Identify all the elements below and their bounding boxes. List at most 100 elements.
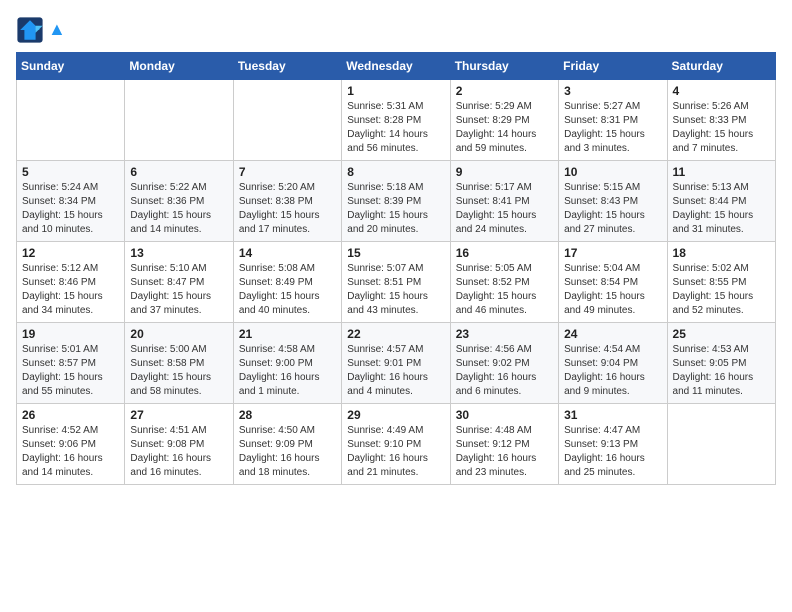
calendar-cell: 24Sunrise: 4:54 AMSunset: 9:04 PMDayligh… [559,323,667,404]
calendar-week-4: 19 Sunrise: 5:01 AMSunset: 8:57 PMDayligh… [17,323,776,404]
day-number: 26 [22,408,119,422]
calendar-cell [17,80,125,161]
day-info: Sunrise: 5:18 AMSunset: 8:39 PMDaylight:… [347,181,444,237]
calendar-week-5: 26Sunrise: 4:52 AMSunset: 9:06 PMDayligh… [17,404,776,485]
day-info: Sunrise: 4:49 AMSunset: 9:10 PMDaylight:… [347,424,444,480]
day-number: 25 [673,327,770,341]
day-number: 13 [130,246,227,260]
calendar-cell: 23 Sunrise: 4:56 AMSunset: 9:02 PMDayligh… [450,323,558,404]
day-info: Sunrise: 4:51 AMSunset: 9:08 PMDaylight:… [130,424,227,480]
day-info: Sunrise: 5:13 AMSunset: 8:44 PMDaylight:… [673,181,770,237]
logo-blue: ▲ [48,19,66,39]
calendar-cell: 13 Sunrise: 5:10 AMSunset: 8:47 PMDayligh… [125,242,233,323]
weekday-header-thursday: Thursday [450,53,558,80]
day-number: 4 [673,84,770,98]
calendar-cell: 8 Sunrise: 5:18 AMSunset: 8:39 PMDaylight… [342,161,450,242]
day-number: 11 [673,165,770,179]
calendar-table: SundayMondayTuesdayWednesdayThursdayFrid… [16,52,776,485]
calendar-cell [233,80,341,161]
weekday-header-saturday: Saturday [667,53,775,80]
day-info: Sunrise: 5:10 AMSunset: 8:47 PMDaylight:… [130,262,227,318]
day-info: Sunrise: 5:12 AMSunset: 8:46 PMDaylight:… [22,262,119,318]
calendar-cell: 11 Sunrise: 5:13 AMSunset: 8:44 PMDayligh… [667,161,775,242]
weekday-header-sunday: Sunday [17,53,125,80]
calendar-week-1: 1 Sunrise: 5:31 AMSunset: 8:28 PMDaylight… [17,80,776,161]
day-info: Sunrise: 5:17 AMSunset: 8:41 PMDaylight:… [456,181,553,237]
page-header: ▲ [16,16,776,44]
day-number: 30 [456,408,553,422]
calendar-cell: 6 Sunrise: 5:22 AMSunset: 8:36 PMDaylight… [125,161,233,242]
calendar-cell: 30Sunrise: 4:48 AMSunset: 9:12 PMDayligh… [450,404,558,485]
day-number: 8 [347,165,444,179]
day-info: Sunrise: 5:20 AMSunset: 8:38 PMDaylight:… [239,181,336,237]
day-number: 5 [22,165,119,179]
day-number: 28 [239,408,336,422]
day-number: 7 [239,165,336,179]
day-info: Sunrise: 5:26 AMSunset: 8:33 PMDaylight:… [673,100,770,156]
day-number: 29 [347,408,444,422]
calendar-body: 1 Sunrise: 5:31 AMSunset: 8:28 PMDaylight… [17,80,776,485]
day-info: Sunrise: 5:24 AMSunset: 8:34 PMDaylight:… [22,181,119,237]
day-info: Sunrise: 4:58 AMSunset: 9:00 PMDaylight:… [239,343,336,399]
calendar-cell: 15Sunrise: 5:07 AMSunset: 8:51 PMDayligh… [342,242,450,323]
day-number: 10 [564,165,661,179]
day-info: Sunrise: 5:27 AMSunset: 8:31 PMDaylight:… [564,100,661,156]
calendar-cell: 14 Sunrise: 5:08 AMSunset: 8:49 PMDayligh… [233,242,341,323]
calendar-cell: 28 Sunrise: 4:50 AMSunset: 9:09 PMDayligh… [233,404,341,485]
day-info: Sunrise: 4:50 AMSunset: 9:09 PMDaylight:… [239,424,336,480]
weekday-header-wednesday: Wednesday [342,53,450,80]
day-info: Sunrise: 5:08 AMSunset: 8:49 PMDaylight:… [239,262,336,318]
weekday-header-row: SundayMondayTuesdayWednesdayThursdayFrid… [17,53,776,80]
day-info: Sunrise: 5:22 AMSunset: 8:36 PMDaylight:… [130,181,227,237]
day-number: 19 [22,327,119,341]
calendar-cell: 4 Sunrise: 5:26 AMSunset: 8:33 PMDaylight… [667,80,775,161]
weekday-header-tuesday: Tuesday [233,53,341,80]
day-info: Sunrise: 5:29 AMSunset: 8:29 PMDaylight:… [456,100,553,156]
day-info: Sunrise: 4:47 AMSunset: 9:13 PMDaylight:… [564,424,661,480]
calendar-week-2: 5 Sunrise: 5:24 AMSunset: 8:34 PMDaylight… [17,161,776,242]
day-info: Sunrise: 4:53 AMSunset: 9:05 PMDaylight:… [673,343,770,399]
day-number: 17 [564,246,661,260]
calendar-cell: 17 Sunrise: 5:04 AMSunset: 8:54 PMDayligh… [559,242,667,323]
day-number: 23 [456,327,553,341]
day-number: 3 [564,84,661,98]
calendar-cell: 19 Sunrise: 5:01 AMSunset: 8:57 PMDayligh… [17,323,125,404]
calendar-cell: 31 Sunrise: 4:47 AMSunset: 9:13 PMDayligh… [559,404,667,485]
day-number: 22 [347,327,444,341]
calendar-cell: 22 Sunrise: 4:57 AMSunset: 9:01 PMDayligh… [342,323,450,404]
calendar-cell: 27Sunrise: 4:51 AMSunset: 9:08 PMDayligh… [125,404,233,485]
day-info: Sunrise: 5:02 AMSunset: 8:55 PMDaylight:… [673,262,770,318]
calendar-cell: 18 Sunrise: 5:02 AMSunset: 8:55 PMDayligh… [667,242,775,323]
calendar-cell: 10 Sunrise: 5:15 AMSunset: 8:43 PMDayligh… [559,161,667,242]
calendar-cell: 29 Sunrise: 4:49 AMSunset: 9:10 PMDayligh… [342,404,450,485]
calendar-cell: 2Sunrise: 5:29 AMSunset: 8:29 PMDaylight… [450,80,558,161]
day-info: Sunrise: 4:57 AMSunset: 9:01 PMDaylight:… [347,343,444,399]
day-info: Sunrise: 5:07 AMSunset: 8:51 PMDaylight:… [347,262,444,318]
calendar-cell: 9Sunrise: 5:17 AMSunset: 8:41 PMDaylight… [450,161,558,242]
calendar-cell: 12 Sunrise: 5:12 AMSunset: 8:46 PMDayligh… [17,242,125,323]
day-info: Sunrise: 5:01 AMSunset: 8:57 PMDaylight:… [22,343,119,399]
day-number: 21 [239,327,336,341]
day-number: 6 [130,165,227,179]
day-number: 31 [564,408,661,422]
day-info: Sunrise: 5:31 AMSunset: 8:28 PMDaylight:… [347,100,444,156]
day-number: 14 [239,246,336,260]
logo-icon [16,16,44,44]
logo: ▲ [16,16,66,44]
day-number: 20 [130,327,227,341]
calendar-cell: 21 Sunrise: 4:58 AMSunset: 9:00 PMDayligh… [233,323,341,404]
day-number: 16 [456,246,553,260]
day-info: Sunrise: 5:00 AMSunset: 8:58 PMDaylight:… [130,343,227,399]
calendar-cell: 16 Sunrise: 5:05 AMSunset: 8:52 PMDayligh… [450,242,558,323]
day-info: Sunrise: 5:04 AMSunset: 8:54 PMDaylight:… [564,262,661,318]
calendar-cell [125,80,233,161]
calendar-cell: 20 Sunrise: 5:00 AMSunset: 8:58 PMDayligh… [125,323,233,404]
day-number: 12 [22,246,119,260]
day-info: Sunrise: 5:05 AMSunset: 8:52 PMDaylight:… [456,262,553,318]
day-info: Sunrise: 4:54 AMSunset: 9:04 PMDaylight:… [564,343,661,399]
day-number: 18 [673,246,770,260]
day-info: Sunrise: 5:15 AMSunset: 8:43 PMDaylight:… [564,181,661,237]
day-info: Sunrise: 4:56 AMSunset: 9:02 PMDaylight:… [456,343,553,399]
weekday-header-monday: Monday [125,53,233,80]
day-number: 1 [347,84,444,98]
